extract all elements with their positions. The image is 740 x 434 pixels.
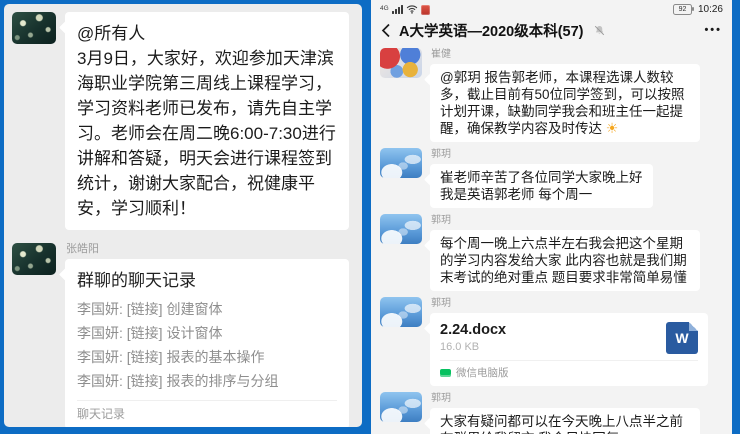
page-fold-corner (689, 322, 698, 331)
file-message-card[interactable]: 2.24.docx 16.0 KB W 微信电脑版 (430, 313, 708, 386)
wifi-icon (406, 5, 418, 14)
left-chat-panel: @所有人 3月9日，大家好，欢迎参加天津滨海职业学院第三周线上课程学习，学习资料… (4, 4, 362, 427)
chat-record-title: 群聊的聊天记录 (77, 268, 337, 294)
message-row: 崔健 @郭玥 报告郭老师，本课程选课人数较多，截止目前有50位同学签到，可以按照… (380, 48, 723, 142)
avatar-zhang-haoyang[interactable] (12, 243, 56, 275)
mute-bell-icon (594, 25, 605, 36)
message-text: @郭玥 报告郭老师，本课程选课人数较多，截止目前有50位同学签到，可以按照计划开… (440, 70, 685, 136)
sun-emoji-icon: ☀ (606, 120, 619, 136)
chat-record-item: 李国妍: [链接] 报表的基本操作 (77, 345, 337, 369)
sender-name: 郭玥 (431, 393, 723, 405)
avatar-guo-yue[interactable] (380, 214, 422, 244)
status-bar: 4G 92 10:26 (371, 0, 732, 17)
wechat-pc-icon (440, 369, 451, 377)
word-letter: W (675, 330, 688, 346)
chat-record-item: 李国妍: [链接] 创建窗体 (77, 297, 337, 321)
network-type-label: 4G (380, 5, 389, 12)
message-bubble: @郭玥 报告郭老师，本课程选课人数较多，截止目前有50位同学签到，可以按照计划开… (430, 64, 700, 142)
battery-percent: 92 (679, 6, 687, 13)
sender-name: 郭玥 (431, 298, 723, 310)
message-list: 崔健 @郭玥 报告郭老师，本课程选课人数较多，截止目前有50位同学签到，可以按照… (371, 43, 732, 434)
back-button[interactable] (381, 23, 391, 38)
announcement-bubble: @所有人 3月9日，大家好，欢迎参加天津滨海职业学院第三周线上课程学习，学习资料… (65, 12, 349, 230)
message-row: 郭玥 大家有疑问都可以在今天晚上八点半之前在群里给我留言 我会尽快回复 (380, 392, 723, 434)
message-row: 郭玥 崔老师辛苦了各位同学大家晚上好 我是英语郭老师 每个周一 (380, 148, 723, 208)
notification-app-icon (421, 5, 430, 15)
status-time: 10:26 (698, 4, 723, 15)
avatar-guo-yue[interactable] (380, 297, 422, 327)
file-source-label: 微信电脑版 (456, 365, 509, 380)
message-row-file: 郭玥 2.24.docx 16.0 KB W (380, 297, 723, 386)
avatar-guo-yue[interactable] (380, 392, 422, 422)
word-document-icon: W (666, 322, 698, 354)
message-row: 郭玥 每个周一晚上六点半左右我会把这个星期的学习内容发给大家 此内容也就是我们期… (380, 214, 723, 291)
chat-record-card[interactable]: 群聊的聊天记录 李国妍: [链接] 创建窗体 李国妍: [链接] 设计窗体 李国… (65, 259, 349, 427)
chat-record-message: 张皓阳 群聊的聊天记录 李国妍: [链接] 创建窗体 李国妍: [链接] 设计窗… (12, 243, 354, 427)
file-size: 16.0 KB (440, 340, 666, 354)
group-chat-title: A大学英语—2020级本科(57) (399, 20, 584, 41)
avatar-zhang-haoyang[interactable] (12, 12, 56, 44)
signal-strength-icon (392, 5, 403, 14)
announcement-message: @所有人 3月9日，大家好，欢迎参加天津滨海职业学院第三周线上课程学习，学习资料… (12, 12, 354, 230)
battery-icon: 92 (673, 4, 692, 15)
sender-name: 崔健 (431, 49, 723, 61)
avatar-cui-jian[interactable] (380, 48, 422, 78)
chat-record-item: 李国妍: [链接] 报表的排序与分组 (77, 369, 337, 393)
sender-name: 郭玥 (431, 149, 723, 161)
nav-bar: A大学英语—2020级本科(57) ••• (371, 17, 732, 43)
sender-name: 张皓阳 (66, 243, 349, 256)
file-name: 2.24.docx (440, 321, 666, 339)
sender-name: 郭玥 (431, 215, 723, 227)
chat-record-footer: 聊天记录 (77, 400, 337, 422)
back-chevron-icon (381, 23, 391, 38)
right-chat-panel: 4G 92 10:26 (371, 0, 732, 434)
chat-record-item: 李国妍: [链接] 设计窗体 (77, 321, 337, 345)
more-button[interactable]: ••• (704, 24, 722, 36)
message-bubble: 每个周一晚上六点半左右我会把这个星期的学习内容发给大家 此内容也就是我们期末考试… (430, 230, 700, 291)
message-bubble: 大家有疑问都可以在今天晚上八点半之前在群里给我留言 我会尽快回复 (430, 408, 700, 434)
message-bubble: 崔老师辛苦了各位同学大家晚上好 我是英语郭老师 每个周一 (430, 164, 653, 208)
composite-screenshot: @所有人 3月9日，大家好，欢迎参加天津滨海职业学院第三周线上课程学习，学习资料… (0, 0, 740, 434)
avatar-guo-yue[interactable] (380, 148, 422, 178)
